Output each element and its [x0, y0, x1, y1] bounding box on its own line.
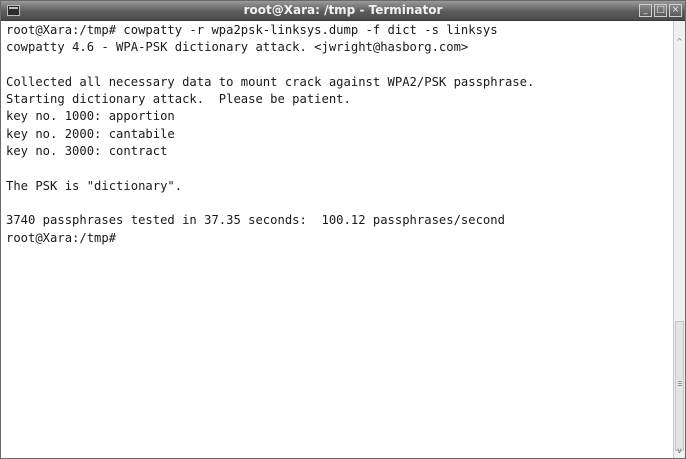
terminal-line: Collected all necessary data to mount cr…	[6, 74, 535, 89]
terminal-line: 3740 passphrases tested in 37.35 seconds…	[6, 213, 505, 228]
scrollbar-thumb[interactable]	[675, 321, 684, 451]
minimize-button[interactable]: _	[639, 4, 652, 17]
terminal-line: key no. 1000: apportion	[6, 109, 175, 124]
close-button[interactable]: ×	[669, 4, 682, 17]
terminal-line: The PSK is "dictionary".	[6, 178, 183, 193]
terminal-line: cowpatty 4.6 - WPA-PSK dictionary attack…	[6, 40, 469, 55]
window-controls: _ □ ×	[639, 4, 682, 17]
scroll-grip-icon	[678, 381, 682, 382]
scroll-up-icon[interactable]: ^	[675, 37, 684, 47]
terminal-line: Starting dictionary attack. Please be pa…	[6, 92, 351, 107]
terminal-line: key no. 3000: contract	[6, 144, 168, 159]
terminal-output[interactable]: root@Xara:/tmp# cowpatty -r wpa2psk-link…	[1, 21, 673, 458]
terminal-line: key no. 2000: cantabile	[6, 126, 175, 141]
maximize-button[interactable]: □	[654, 4, 667, 17]
window-title: root@Xara: /tmp - Terminator	[243, 3, 443, 17]
terminal-line: root@Xara:/tmp# cowpatty -r wpa2psk-link…	[6, 23, 498, 37]
terminal-prompt-line[interactable]: root@Xara:/tmp#	[6, 230, 669, 247]
scroll-down-icon[interactable]: v	[675, 446, 684, 456]
terminal-window: root@Xara: /tmp - Terminator _ □ × root@…	[0, 0, 686, 459]
title-bar[interactable]: root@Xara: /tmp - Terminator _ □ ×	[1, 1, 685, 21]
vertical-scrollbar[interactable]: ^ v	[673, 21, 685, 458]
